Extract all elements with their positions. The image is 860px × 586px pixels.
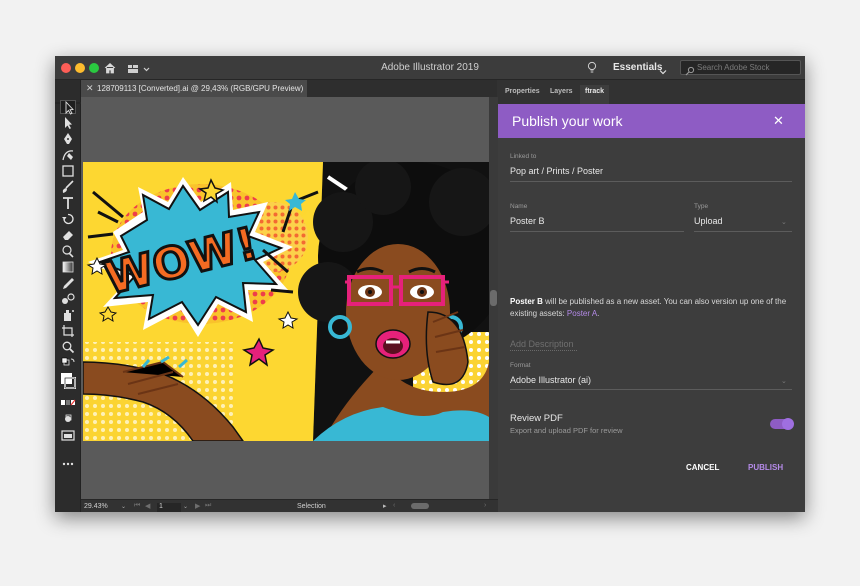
gradient-tool-icon[interactable] [60,260,76,274]
last-artboard-icon[interactable]: ⏭ [205,502,211,510]
warp-tool-icon[interactable] [60,244,76,258]
selection-tool-icon[interactable] [60,100,76,115]
status-mode[interactable]: Selection [297,503,326,510]
default-colors-icon[interactable] [60,356,76,370]
description-input[interactable]: Add Description [510,339,577,351]
linked-to-label: Linked to [510,153,537,160]
type-tool-icon[interactable] [60,196,76,210]
format-divider [510,389,792,390]
publish-header: Publish your work ✕ [498,104,805,138]
cancel-button[interactable]: CANCEL [686,463,719,472]
chevron-down-icon[interactable] [659,63,667,75]
format-select[interactable]: Adobe Illustrator (ai) [510,375,591,385]
pop-art-illustration: WOW! [83,162,489,441]
eraser-tool-icon[interactable] [60,228,76,242]
scroll-left-icon[interactable]: ‹ [393,502,395,509]
workspace-selector[interactable]: Essentials [613,62,662,73]
type-select[interactable]: Upload [694,216,723,226]
document-tab[interactable]: ✕ 128709113 [Converted].ai @ 29,43% (RGB… [81,80,307,97]
scroll-thumb[interactable] [490,290,497,306]
info-text: will be published as a new asset. You ca… [510,297,787,318]
status-menu-icon[interactable]: ▸ [383,502,387,510]
existing-asset-link[interactable]: Poster A [567,309,597,318]
next-artboard-icon[interactable]: ▶ [195,502,200,510]
vertical-scrollbar[interactable] [489,97,498,499]
pen-tool-icon[interactable] [60,132,76,146]
toggle-knob [782,418,794,430]
search-icon [684,63,696,76]
info-end: . [597,309,600,318]
symbol-sprayer-tool-icon[interactable] [60,308,76,322]
close-tab-icon[interactable]: ✕ [86,83,94,94]
canvas-area[interactable]: WOW! [81,97,489,499]
type-divider [694,231,792,232]
tab-strip [307,80,497,97]
right-panel: Properties Layers ftrack Publish your wo… [498,80,805,512]
tools-panel [55,80,81,512]
name-label: Name [510,203,528,210]
title-bar: Adobe Illustrator 2019 Essentials [55,56,805,80]
publish-title: Publish your work [512,113,623,129]
panel-tabs: Properties Layers ftrack [498,80,805,104]
publish-button[interactable]: PUBLISH [748,463,783,472]
direct-selection-tool-icon[interactable] [60,116,76,130]
linked-to-divider [510,181,792,182]
more-tools-icon[interactable] [60,456,76,470]
fill-stroke-swatch-icon[interactable] [60,372,76,392]
drawing-mode-icon[interactable] [60,412,76,426]
tab-ftrack[interactable]: ftrack [580,85,610,104]
previous-artboard-icon[interactable]: ◀ [145,502,150,510]
close-icon[interactable]: ✕ [773,113,784,129]
chevron-down-icon[interactable]: ⌄ [781,377,787,385]
type-label: Type [694,203,709,210]
artboard-number[interactable]: 1 [157,503,181,512]
status-bar: 29.43% ⌄ ⏮ ◀ 1 ⌄ ▶ ⏭ Selection ▸ ‹ › [81,499,498,512]
scroll-right-icon[interactable]: › [484,502,486,509]
review-pdf-toggle[interactable] [770,418,794,430]
zoom-level[interactable]: 29.43% [84,503,122,512]
zoom-chevron-icon[interactable]: ⌄ [121,503,126,510]
artboard[interactable]: WOW! [83,162,489,441]
name-field[interactable]: Poster B [510,216,545,226]
first-artboard-icon[interactable]: ⏮ [134,502,140,510]
zoom-tool-icon[interactable] [60,340,76,354]
linked-to-value[interactable]: Pop art / Prints / Poster [510,166,603,176]
name-divider [510,231,684,232]
review-pdf-subtitle: Export and upload PDF for review [510,426,623,435]
rectangle-tool-icon[interactable] [60,164,76,178]
stock-search[interactable] [680,60,801,76]
lightbulb-icon[interactable] [587,61,597,75]
rotate-tool-icon[interactable] [60,212,76,226]
info-asset-name: Poster B [510,297,543,306]
horizontal-scroll-thumb[interactable] [411,503,429,509]
artboard-tool-icon[interactable] [60,324,76,338]
screen-mode-icon[interactable] [60,428,76,442]
eyedropper-tool-icon[interactable] [60,276,76,290]
chevron-down-icon[interactable]: ⌄ [781,218,787,226]
color-mode-icon[interactable] [60,396,76,410]
artboard-chevron-icon[interactable]: ⌄ [183,503,188,510]
format-label: Format [510,362,531,369]
review-pdf-title: Review PDF [510,413,563,424]
document-tab-label: 128709113 [Converted].ai @ 29,43% (RGB/G… [97,84,304,93]
illustrator-window: Adobe Illustrator 2019 Essentials Search… [55,56,805,512]
blend-tool-icon[interactable] [60,292,76,306]
tab-properties[interactable]: Properties [505,88,540,95]
paintbrush-tool-icon[interactable] [60,180,76,194]
curvature-tool-icon[interactable] [60,148,76,162]
search-input[interactable] [697,61,797,74]
tab-layers[interactable]: Layers [550,88,573,95]
publish-info: Poster B will be published as a new asse… [510,296,796,320]
